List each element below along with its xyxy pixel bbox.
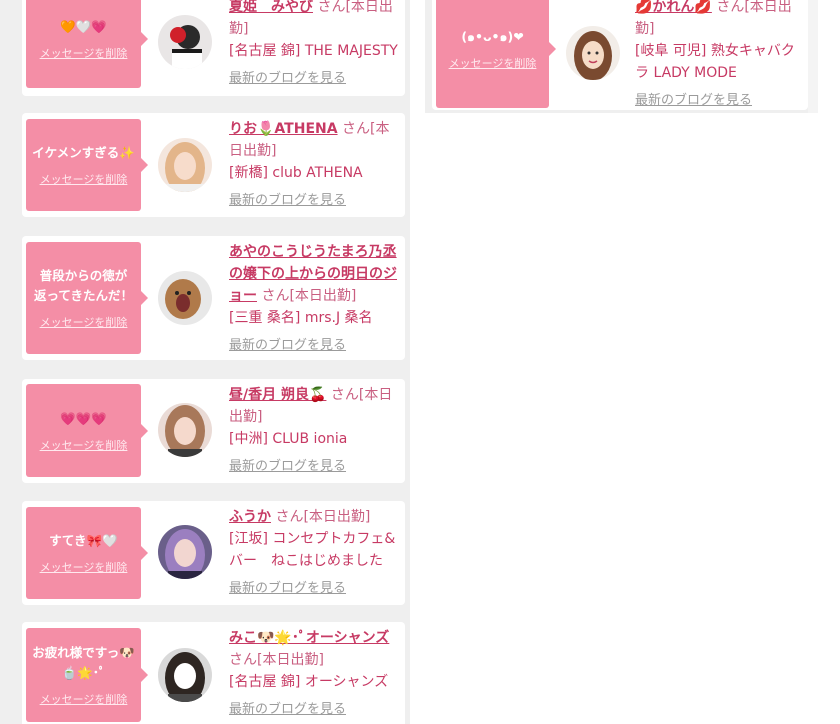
message-bubble: すてき🎀🤍 メッセージを削除 bbox=[26, 507, 148, 599]
message-card: すてき🎀🤍 メッセージを削除 ふうか さん[本日出勤] [江坂] コンセプトカフ… bbox=[22, 501, 405, 605]
latest-blog-link[interactable]: 最新のブログを見る bbox=[229, 335, 401, 357]
message-card: (๑•ᴗ•๑)❤ メッセージを削除 💋かれん💋 さん[本日出勤] [岐阜 可児]… bbox=[432, 0, 808, 110]
delete-message-link[interactable]: メッセージを削除 bbox=[40, 559, 128, 575]
message-bubble: イケメンすぎる✨ メッセージを削除 bbox=[26, 119, 148, 211]
message-bubble: (๑•ᴗ•๑)❤ メッセージを削除 bbox=[436, 0, 556, 108]
shop-name: [名古屋 錦] オーシャンズ bbox=[229, 674, 389, 690]
message-bubble: 普段からの徳が返ってきたんだ！ メッセージを削除 bbox=[26, 242, 148, 354]
attendance-status: [本日出勤] bbox=[303, 509, 371, 525]
avatar[interactable] bbox=[158, 271, 212, 325]
attendance-status: [本日出勤] bbox=[257, 652, 324, 668]
delete-message-link[interactable]: メッセージを削除 bbox=[40, 171, 128, 187]
honorific: さん bbox=[275, 509, 304, 525]
delete-message-link[interactable]: メッセージを削除 bbox=[40, 691, 128, 707]
message-text: (๑•ᴗ•๑)❤ bbox=[461, 29, 524, 44]
honorific: さん bbox=[716, 0, 745, 15]
delete-message-link[interactable]: メッセージを削除 bbox=[449, 55, 537, 71]
shop-name: [江坂] コンセプトカフェ&バー ねこはじめました bbox=[229, 531, 396, 569]
message-text: イケメンすぎる✨ bbox=[32, 145, 135, 160]
latest-blog-link[interactable]: 最新のブログを見る bbox=[229, 68, 401, 90]
cast-name-link[interactable]: りお🌷ATHENA bbox=[229, 121, 338, 137]
cast-name-link[interactable]: みこ🐶🌟･ﾟオーシャンズ bbox=[229, 630, 389, 646]
cast-name-link[interactable]: 💋かれん💋 bbox=[635, 0, 712, 15]
cast-info: ふうか さん[本日出勤] [江坂] コンセプトカフェ&バー ねこはじめました 最… bbox=[229, 506, 401, 600]
avatar[interactable] bbox=[158, 138, 212, 192]
cast-info: みこ🐶🌟･ﾟオーシャンズ さん[本日出勤] [名古屋 錦] オーシャンズ 最新の… bbox=[229, 627, 401, 721]
message-card: お疲れ様ですっ🐶🍵🌟･ﾟ メッセージを削除 みこ🐶🌟･ﾟオーシャンズ さん[本日… bbox=[22, 622, 405, 724]
delete-message-link[interactable]: メッセージを削除 bbox=[40, 437, 128, 453]
message-card: イケメンすぎる✨ メッセージを削除 りお🌷ATHENA さん[本日出勤] [新橋… bbox=[22, 113, 405, 217]
latest-blog-link[interactable]: 最新のブログを見る bbox=[229, 578, 401, 600]
message-text: すてき🎀🤍 bbox=[49, 533, 118, 548]
message-text: お疲れ様ですっ🐶🍵🌟･ﾟ bbox=[32, 645, 135, 680]
cast-name-link[interactable]: 昼/香月 朔良🍒 bbox=[229, 387, 326, 403]
delete-message-link[interactable]: メッセージを削除 bbox=[40, 45, 128, 61]
message-bubble: 💗💗💗 メッセージを削除 bbox=[26, 384, 148, 477]
latest-blog-link[interactable]: 最新のブログを見る bbox=[635, 90, 807, 112]
message-text: 💗💗💗 bbox=[60, 410, 107, 426]
cast-info: 昼/香月 朔良🍒 さん[本日出勤] [中洲] CLUB ionia 最新のブログ… bbox=[229, 384, 401, 478]
shop-name: [新橋] club ATHENA bbox=[229, 165, 363, 181]
latest-blog-link[interactable]: 最新のブログを見る bbox=[229, 190, 401, 212]
cast-name-link[interactable]: 夏姫 みやび bbox=[229, 0, 313, 15]
message-card: 普段からの徳が返ってきたんだ！ メッセージを削除 あやのこうじうたまろ乃丞の嬢下… bbox=[22, 236, 405, 360]
shop-name: [岐阜 可児] 熟女キャバクラ LADY MODE bbox=[635, 43, 795, 81]
message-card: 💗💗💗 メッセージを削除 昼/香月 朔良🍒 さん[本日出勤] [中洲] CLUB… bbox=[22, 379, 405, 483]
avatar[interactable] bbox=[158, 648, 212, 702]
message-bubble: お疲れ様ですっ🐶🍵🌟･ﾟ メッセージを削除 bbox=[26, 628, 148, 722]
attendance-status: [本日出勤] bbox=[289, 288, 357, 304]
left-column-background bbox=[0, 0, 410, 724]
right-column-edge bbox=[808, 0, 818, 113]
cast-info: あやのこうじうたまろ乃丞の嬢下の上からの明日のジョー さん[本日出勤] [三重 … bbox=[229, 241, 401, 357]
honorific: さん bbox=[229, 652, 257, 668]
shop-name: [三重 桑名] mrs.J 桑名 bbox=[229, 310, 373, 326]
delete-message-link[interactable]: メッセージを削除 bbox=[40, 314, 128, 330]
cast-info: 夏姫 みやび さん[本日出勤] [名古屋 錦] THE MAJESTY 最新のブ… bbox=[229, 0, 401, 90]
shop-name: [名古屋 錦] THE MAJESTY bbox=[229, 43, 398, 59]
avatar[interactable] bbox=[566, 26, 620, 80]
message-text: 🧡🤍💗 bbox=[60, 19, 107, 34]
honorific: さん bbox=[261, 288, 290, 304]
message-text: 普段からの徳が返ってきたんだ！ bbox=[34, 268, 134, 303]
honorific: さん bbox=[330, 387, 359, 403]
cast-info: 💋かれん💋 さん[本日出勤] [岐阜 可児] 熟女キャバクラ LADY MODE… bbox=[635, 0, 807, 112]
avatar[interactable] bbox=[158, 403, 212, 457]
latest-blog-link[interactable]: 最新のブログを見る bbox=[229, 699, 401, 721]
honorific: さん bbox=[342, 121, 371, 137]
shop-name: [中洲] CLUB ionia bbox=[229, 431, 348, 447]
avatar[interactable] bbox=[158, 525, 212, 579]
avatar[interactable] bbox=[158, 15, 212, 69]
message-bubble: 🧡🤍💗 メッセージを削除 bbox=[26, 0, 148, 88]
honorific: さん bbox=[317, 0, 346, 15]
cast-name-link[interactable]: ふうか bbox=[229, 509, 271, 525]
message-card: 🧡🤍💗 メッセージを削除 夏姫 みやび さん[本日出勤] [名古屋 錦] THE… bbox=[22, 0, 405, 96]
cast-info: りお🌷ATHENA さん[本日出勤] [新橋] club ATHENA 最新のブ… bbox=[229, 118, 401, 212]
latest-blog-link[interactable]: 最新のブログを見る bbox=[229, 456, 401, 478]
